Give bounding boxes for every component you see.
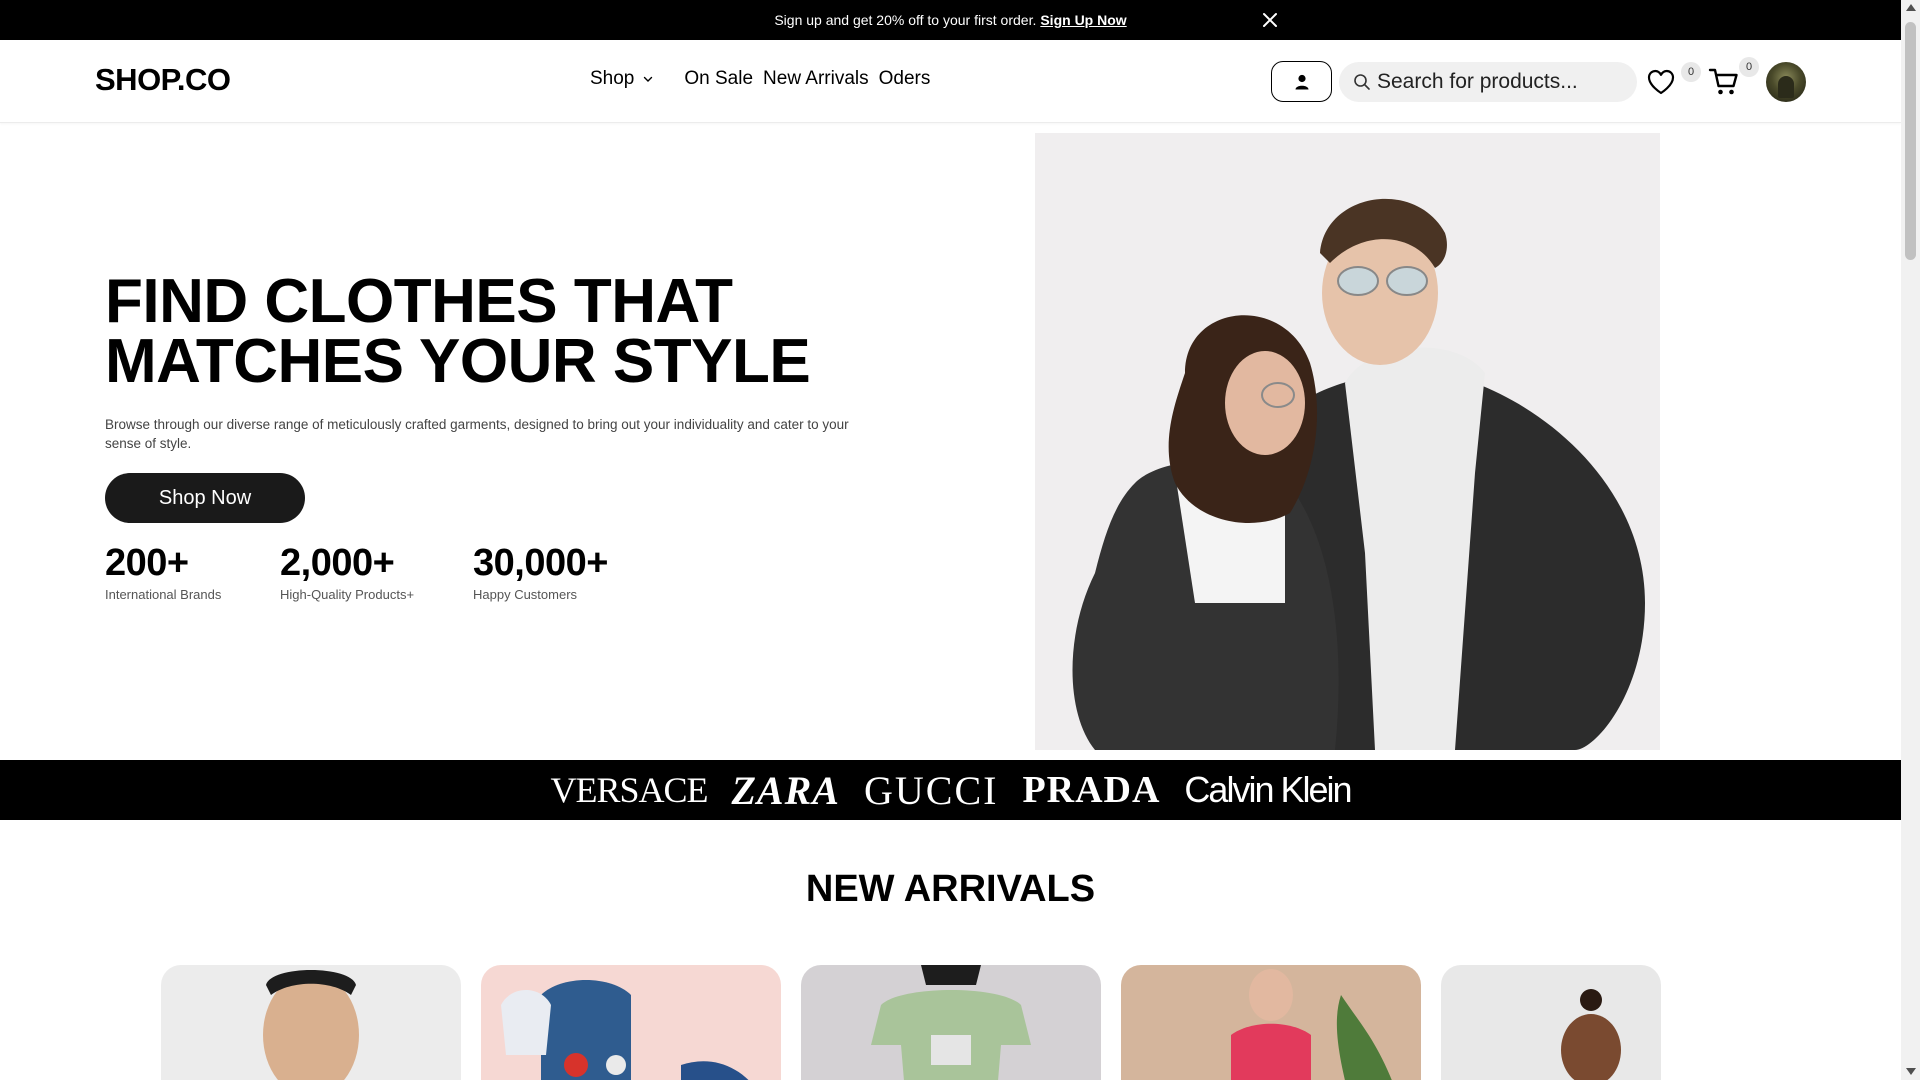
wishlist-count-badge: 0 (1681, 62, 1701, 82)
close-icon[interactable] (1258, 8, 1282, 32)
product-card[interactable] (1441, 965, 1661, 1080)
product-image (1231, 969, 1392, 1080)
stat-label: Happy Customers (473, 587, 578, 602)
nav-item-on-sale[interactable]: On Sale (684, 68, 753, 90)
product-card[interactable] (161, 965, 461, 1080)
product-image (1561, 989, 1621, 1080)
stat-value: 2,000+ (280, 542, 395, 584)
hero-description: Browse through our diverse range of meti… (105, 417, 849, 451)
search-bar[interactable] (1339, 62, 1637, 102)
user-icon (1295, 74, 1308, 89)
hero-title: FIND CLOTHES THAT MATCHES YOUR STYLE (105, 267, 811, 396)
stat-customers: 30,000+ Happy Customers (473, 542, 608, 602)
shop-now-button[interactable]: Shop Now (105, 473, 305, 523)
cart-count-badge: 0 (1739, 57, 1759, 77)
product-image (263, 970, 359, 1080)
nav-item-orders[interactable]: Oders (879, 68, 931, 90)
hero-image (1035, 133, 1660, 750)
hero-photo-illustration (1072, 198, 1645, 750)
brand-logo-versace: VERSACE (550, 770, 708, 810)
nav-item-shop[interactable]: Shop (590, 68, 654, 90)
product-card[interactable] (481, 965, 781, 1080)
product-card[interactable] (801, 965, 1101, 1080)
chevron-down-icon (644, 76, 653, 82)
brand-logo-gucci: GUCCI (863, 767, 999, 813)
site-logo[interactable]: SHOP.CO (95, 62, 231, 98)
stat-value: 30,000+ (473, 542, 608, 584)
stat-brands: 200+ International Brands (105, 542, 221, 602)
scrollbar-thumb[interactable] (1905, 22, 1916, 260)
brand-logo-prada: PRADA (1022, 769, 1161, 811)
stat-label: International Brands (105, 587, 222, 602)
stat-value: 200+ (105, 542, 189, 584)
brand-logo-calvin-klein: Calvin Klein (1184, 769, 1352, 810)
product-image (871, 965, 1031, 1080)
page-scrollbar[interactable] (1901, 0, 1920, 1080)
nav-item-new-arrivals[interactable]: New Arrivals (763, 68, 869, 90)
hero-title-line-2: MATCHES YOUR STYLE (105, 327, 811, 396)
brand-logo-zara: ZARA (731, 767, 840, 813)
account-button[interactable] (1271, 61, 1332, 102)
scroll-down-arrow-icon[interactable] (1906, 1068, 1916, 1075)
product-image (501, 980, 749, 1080)
heart-icon[interactable] (1646, 68, 1676, 96)
stat-label: High-Quality Products+ (280, 587, 415, 602)
promo-banner: Sign up and get 20% off to your first or… (0, 0, 1901, 40)
new-arrivals-title: NEW ARRIVALS (805, 868, 1096, 910)
scroll-up-arrow-icon[interactable] (1906, 4, 1916, 11)
brands-bar: VERSACE ZARA GUCCI PRADA Calvin Klein (0, 760, 1901, 820)
main-nav: Shop On Sale New Arrivals Oders (590, 68, 940, 90)
nav-item-label: Shop (590, 68, 635, 89)
cart-icon[interactable] (1708, 67, 1740, 97)
sign-up-link[interactable]: Sign Up Now (1040, 12, 1126, 28)
promo-text: Sign up and get 20% off to your first or… (774, 12, 1037, 28)
product-card[interactable] (1121, 965, 1421, 1080)
site-header: SHOP.CO Shop On Sale New Arrivals Oders … (0, 40, 1901, 123)
search-input[interactable] (1377, 70, 1617, 94)
stat-products: 2,000+ High-Quality Products+ (280, 542, 414, 602)
search-icon (1354, 74, 1370, 90)
avatar[interactable] (1766, 62, 1806, 102)
hero-title-line-1: FIND CLOTHES THAT (105, 267, 733, 336)
